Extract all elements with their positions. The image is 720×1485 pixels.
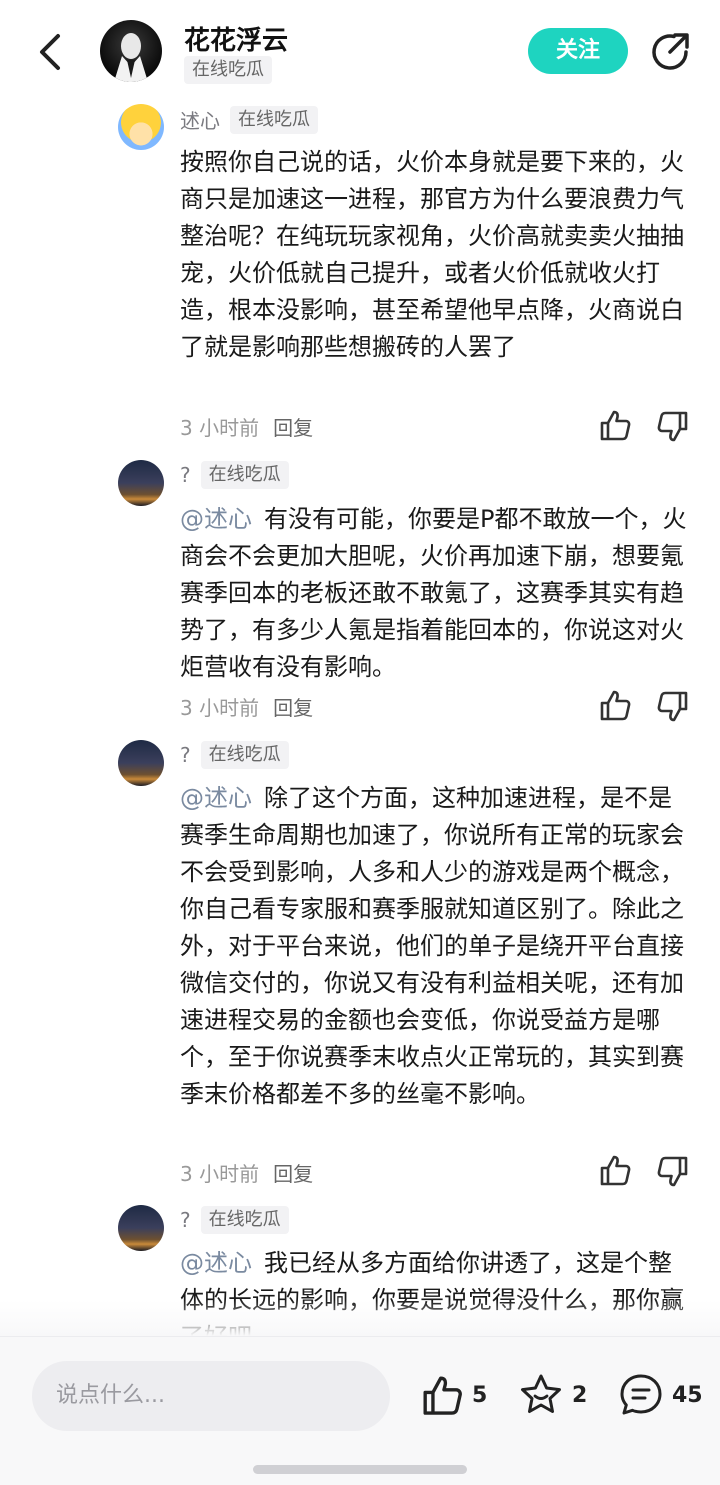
reply-button[interactable]: 回复 — [273, 412, 313, 441]
home-indicator[interactable] — [253, 1465, 467, 1474]
commenter-tag: 在线吃瓜 — [230, 105, 318, 134]
commenter-tag: 在线吃瓜 — [200, 741, 289, 769]
comment-time: 3 小时前 — [180, 416, 260, 440]
mention-link[interactable]: @述心 — [180, 1249, 252, 1277]
back-button[interactable] — [30, 30, 70, 74]
comment-body: 有没有可能，你要是P都不敢放一个，火商会不会更加大胆呢，火价再加速下崩，想要氪赛… — [180, 505, 687, 681]
share-button[interactable] — [648, 30, 692, 74]
commenter-avatar[interactable] — [118, 460, 164, 506]
like-button[interactable]: 5 — [420, 1371, 487, 1419]
commenter-tag: 在线吃瓜 — [200, 461, 289, 489]
follow-button[interactable]: 关注 — [528, 28, 628, 74]
comment-input[interactable]: 说点什么... — [32, 1361, 390, 1431]
comment-bubble-icon — [620, 1374, 662, 1415]
commenter-avatar[interactable] — [118, 740, 164, 786]
star-icon — [521, 1374, 561, 1413]
thumbs-up-icon[interactable] — [598, 408, 632, 442]
comment-text[interactable]: @述心 除了这个方面，这种加速进程，是不是赛季生命周期也加速了，你说所有正常的玩家… — [180, 780, 690, 1113]
bottom-fade — [0, 1300, 720, 1336]
commenter-tag: 在线吃瓜 — [200, 1206, 289, 1234]
commenter-name[interactable]: 述心 — [180, 105, 220, 134]
thumbs-down-icon[interactable] — [656, 690, 690, 724]
comment-time: 3 小时前 — [180, 696, 260, 720]
thumbs-up-icon[interactable] — [598, 688, 632, 722]
top-bar: 花花浮云 在线吃瓜 关注 — [0, 0, 720, 100]
like-count: 5 — [472, 1382, 488, 1408]
favorite-button[interactable]: 2 — [518, 1371, 587, 1419]
comment-count: 45 — [672, 1382, 703, 1408]
commenter-name[interactable]: ? — [180, 463, 191, 487]
thumbs-down-icon[interactable] — [656, 1155, 690, 1189]
favorite-count: 2 — [572, 1382, 588, 1408]
author-name[interactable]: 花花浮云 — [184, 20, 288, 57]
commenter-avatar[interactable] — [118, 1205, 164, 1251]
author-tag: 在线吃瓜 — [184, 56, 272, 84]
mention-link[interactable]: @述心 — [180, 505, 252, 533]
back-icon — [40, 34, 60, 70]
bottom-action-bar: 说点什么... 5 2 45 — [0, 1336, 720, 1485]
thumbs-up-icon[interactable] — [598, 1153, 632, 1187]
comments-button[interactable]: 45 — [618, 1371, 703, 1419]
share-icon — [652, 33, 689, 70]
author-avatar[interactable] — [100, 20, 162, 82]
comment-text[interactable]: 按照你自己说的话，火价本身就是要下来的，火商只是加速这一进程，那官方为什么要浪费… — [180, 144, 690, 366]
thumbs-down-icon[interactable] — [656, 410, 690, 444]
mention-link[interactable]: @述心 — [180, 784, 252, 812]
commenter-name[interactable]: ? — [180, 1208, 191, 1232]
comment-text[interactable]: @述心 有没有可能，你要是P都不敢放一个，火商会不会更加大胆呢，火价再加速下崩，想… — [180, 501, 690, 686]
reply-button[interactable]: 回复 — [273, 692, 313, 721]
commenter-avatar[interactable] — [118, 104, 164, 150]
comment-body: 按照你自己说的话，火价本身就是要下来的，火商只是加速这一进程，那官方为什么要浪费… — [180, 148, 684, 361]
comment-time: 3 小时前 — [180, 1162, 260, 1186]
thumbs-up-icon — [423, 1376, 462, 1415]
commenter-name[interactable]: ? — [180, 743, 191, 767]
reply-button[interactable]: 回复 — [273, 1158, 313, 1187]
comment-body: 除了这个方面，这种加速进程，是不是赛季生命周期也加速了，你说所有正常的玩家会不会… — [180, 784, 684, 1108]
